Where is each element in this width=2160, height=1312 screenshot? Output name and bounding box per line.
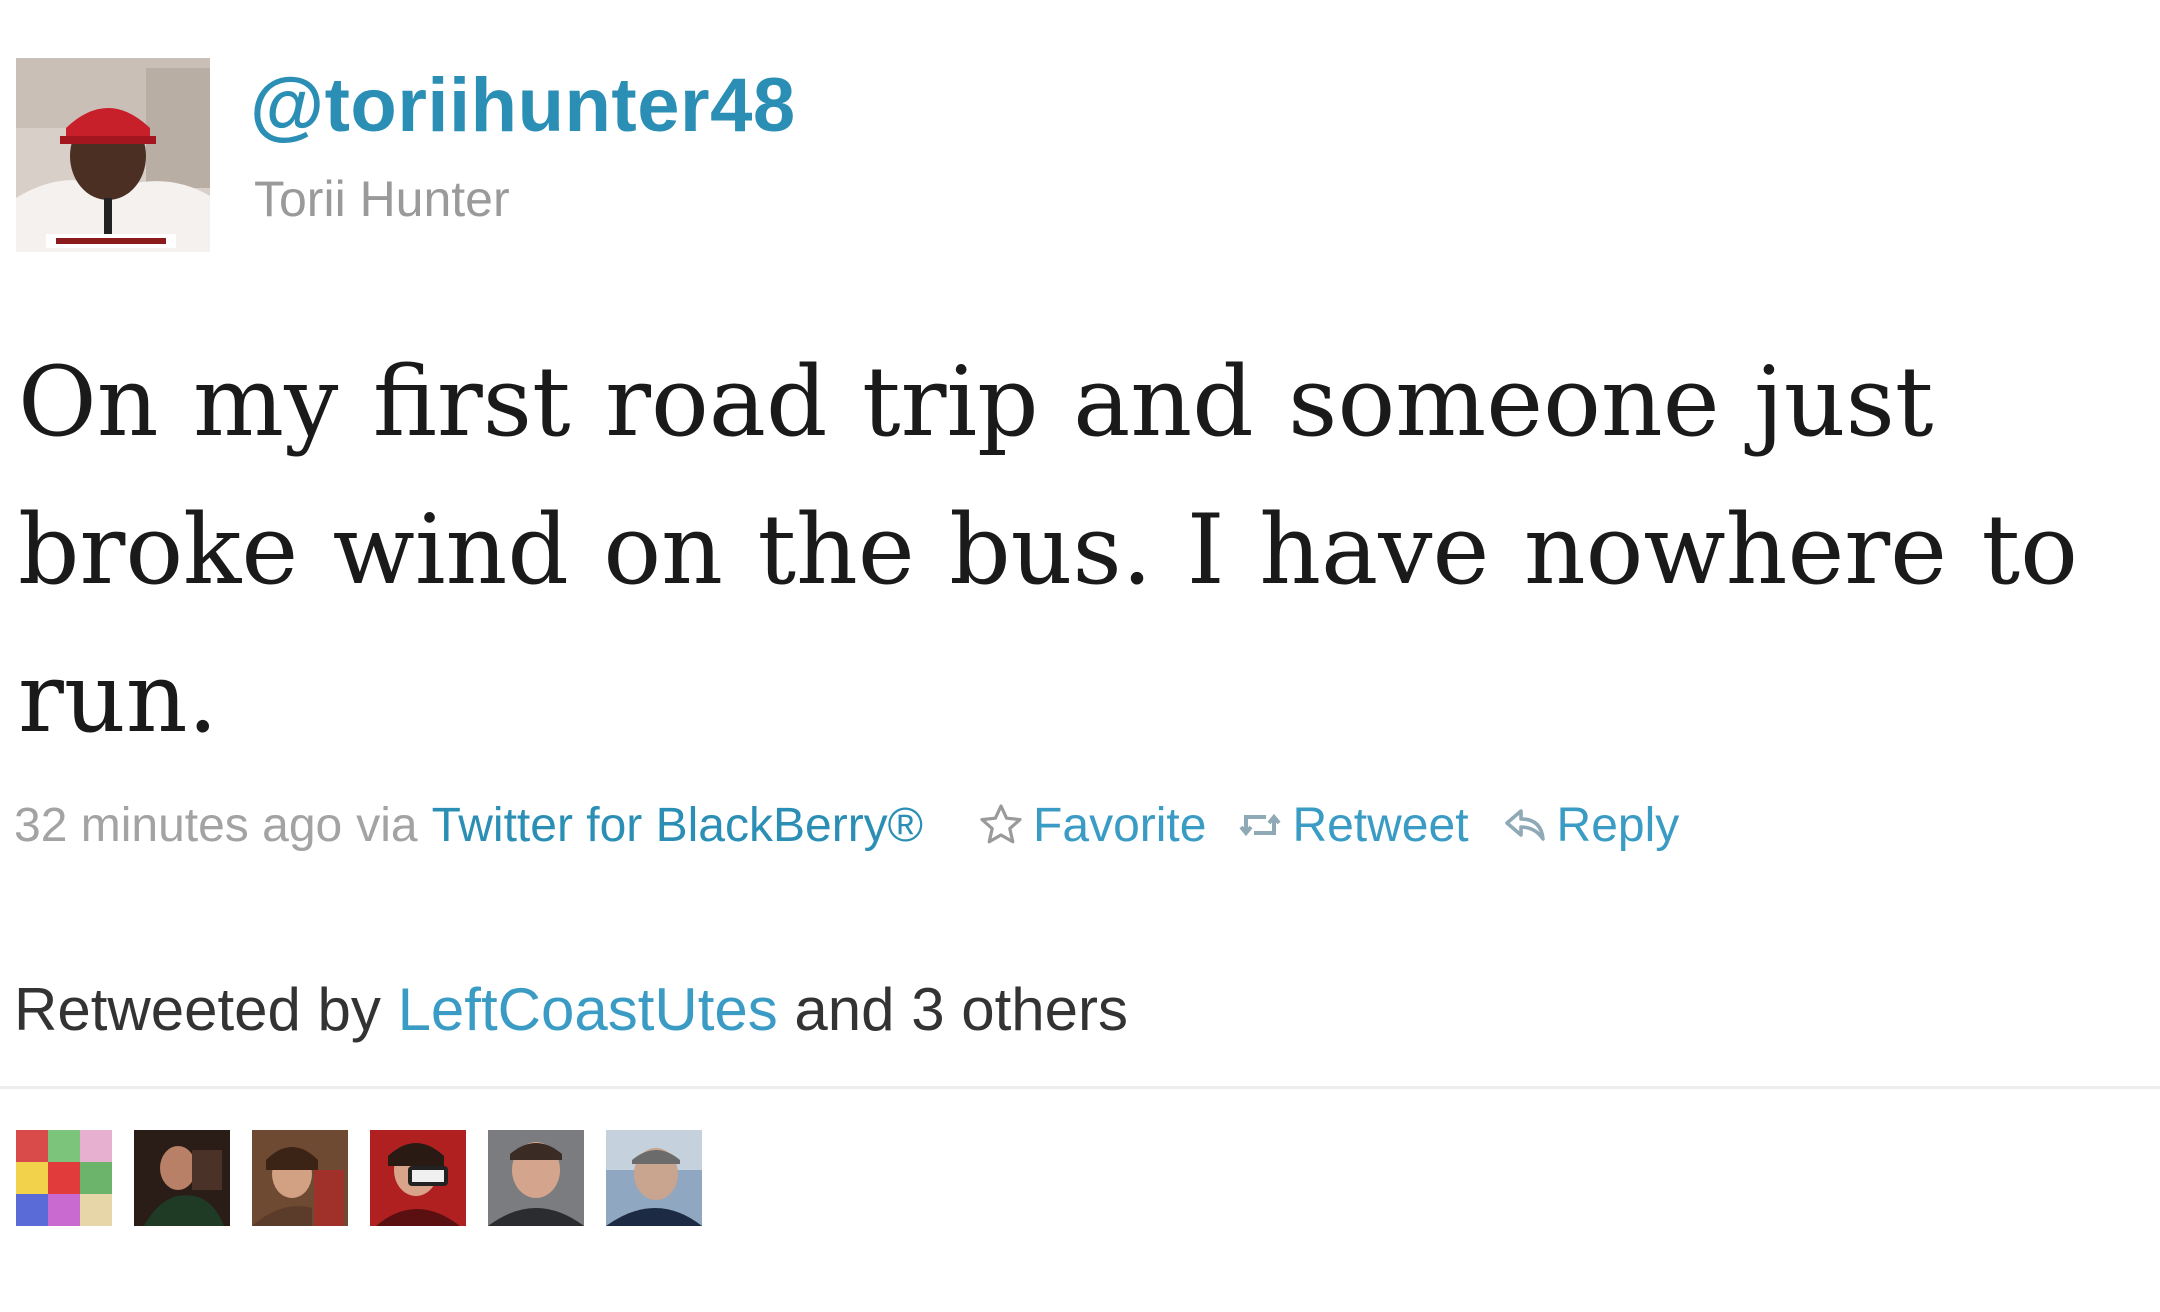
tweet-text: On my first road trip and someone just b… bbox=[18, 346, 2078, 754]
retweet-arrows-icon bbox=[1236, 801, 1284, 849]
tweet-meta: 32 minutes ago via Twitter for BlackBerr… bbox=[14, 790, 1679, 860]
retweeter-avatar[interactable] bbox=[370, 1130, 466, 1226]
reply-arrow-icon bbox=[1501, 801, 1549, 849]
divider bbox=[0, 1086, 2160, 1089]
favorite-button[interactable]: Favorite bbox=[977, 798, 1206, 853]
retweet-label: Retweet bbox=[1292, 798, 1469, 852]
retweet-button[interactable]: Retweet bbox=[1236, 798, 1469, 853]
retweeted-by-suffix: and 3 others bbox=[794, 976, 1128, 1043]
reply-button[interactable]: Reply bbox=[1501, 798, 1680, 853]
tweet-card: @toriihunter48 Torii Hunter On my first … bbox=[0, 0, 2160, 1312]
author-handle[interactable]: @toriihunter48 bbox=[250, 62, 796, 149]
tweet-timestamp[interactable]: 32 minutes ago bbox=[14, 798, 342, 853]
via-label: via bbox=[356, 798, 418, 852]
favorite-label: Favorite bbox=[1033, 798, 1207, 852]
retweeted-by-line: Retweeted by LeftCoastUtes and 3 others bbox=[14, 975, 1128, 1044]
retweeter-avatars bbox=[16, 1130, 724, 1226]
retweeter-link[interactable]: LeftCoastUtes bbox=[398, 976, 778, 1043]
retweeter-avatar[interactable] bbox=[488, 1130, 584, 1226]
star-outline-icon bbox=[977, 801, 1025, 849]
reply-label: Reply bbox=[1556, 798, 1680, 852]
retweeter-avatar[interactable] bbox=[252, 1130, 348, 1226]
author-avatar[interactable] bbox=[16, 58, 210, 252]
tweet-source-link[interactable]: Twitter for BlackBerry® bbox=[432, 798, 923, 853]
retweeter-avatar[interactable] bbox=[16, 1130, 112, 1226]
author-name: Torii Hunter bbox=[254, 171, 510, 227]
retweeter-avatar[interactable] bbox=[606, 1130, 702, 1226]
retweeted-by-prefix: Retweeted by bbox=[14, 976, 381, 1043]
retweeter-avatar[interactable] bbox=[134, 1130, 230, 1226]
